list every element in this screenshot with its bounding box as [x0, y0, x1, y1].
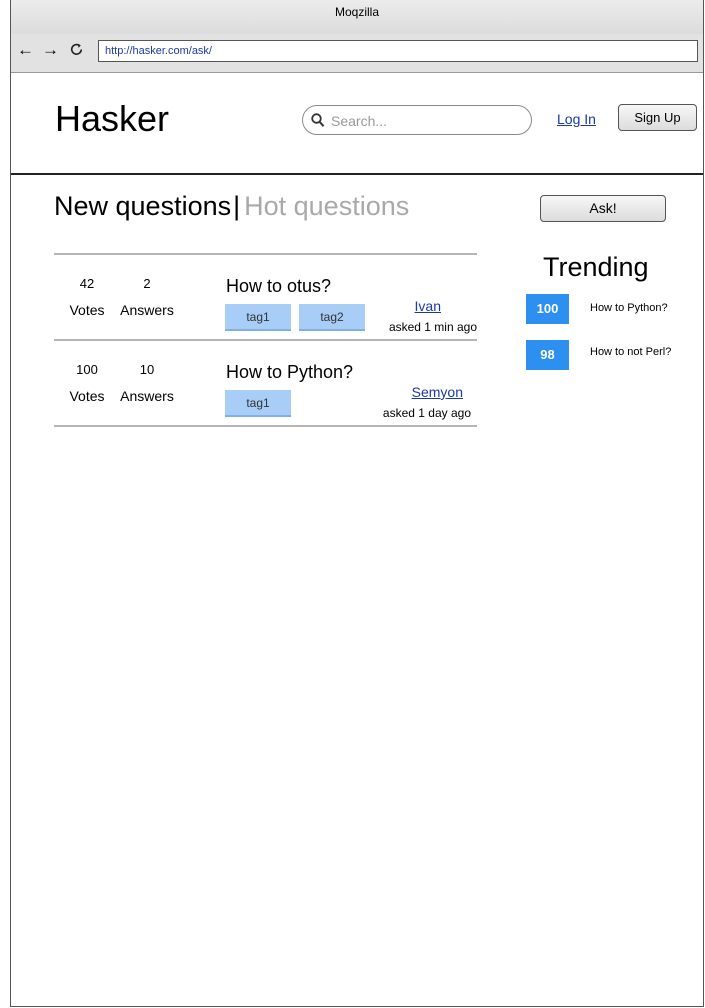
trending-score[interactable]: 98 — [526, 340, 569, 370]
trending-title: Trending — [543, 252, 649, 282]
question-row: 42 Votes 2 Answers How to otus? tag1 tag… — [54, 255, 477, 341]
search-input[interactable] — [329, 111, 528, 131]
window-title: Moqzilla — [334, 5, 379, 19]
back-arrow-icon[interactable]: ← — [17, 40, 34, 60]
tab-new-questions[interactable]: New questions — [54, 191, 231, 221]
asked-time: asked 1 min ago — [388, 320, 477, 334]
address-url: http://hasker.com/ask/ — [105, 45, 212, 57]
reload-icon[interactable] — [69, 42, 84, 62]
question-title[interactable]: How to Python? — [226, 362, 353, 383]
answers-count: 10 — [139, 362, 155, 377]
tab-hot-questions[interactable]: Hot questions — [244, 191, 409, 221]
answers-count: 2 — [143, 276, 151, 291]
answers-stat: 2 Answers — [117, 276, 177, 318]
question-author[interactable]: Semyon — [353, 384, 463, 400]
tag[interactable]: tag1 — [225, 304, 291, 331]
title-bar: Moqzilla — [11, 0, 703, 35]
browser-window: Moqzilla ← → http://hasker.com/ask/ Hask… — [10, 0, 704, 1007]
login-link[interactable]: Log In — [557, 111, 596, 127]
site-logo[interactable]: Hasker — [55, 98, 169, 140]
search-box[interactable] — [302, 105, 532, 135]
tag[interactable]: tag1 — [225, 390, 291, 417]
trending-question[interactable]: How to not Perl? — [590, 346, 671, 358]
answers-stat: 10 Answers — [117, 362, 177, 404]
votes-label: Votes — [69, 388, 105, 404]
trending-question[interactable]: How to Python? — [590, 302, 668, 314]
votes-count: 100 — [76, 362, 98, 377]
votes-count: 42 — [79, 276, 95, 291]
trending-score[interactable]: 100 — [526, 294, 569, 324]
tab-separator: | — [233, 191, 241, 221]
ask-button[interactable]: Ask! — [540, 195, 666, 222]
answers-label: Answers — [120, 388, 174, 404]
site-header: Hasker Log In Sign Up — [11, 72, 703, 175]
signup-button[interactable]: Sign Up — [618, 104, 697, 131]
question-author[interactable]: Ivan — [331, 298, 441, 314]
question-row: 100 Votes 10 Answers How to Python? tag1… — [54, 341, 477, 427]
votes-stat: 42 Votes — [57, 276, 117, 318]
asked-time: asked 1 day ago — [382, 406, 471, 420]
question-title[interactable]: How to otus? — [226, 276, 331, 297]
browser-toolbar: ← → http://hasker.com/ask/ — [11, 34, 703, 73]
question-tabs: New questions| Hot questions — [54, 191, 409, 222]
answers-label: Answers — [120, 302, 174, 318]
search-icon — [311, 113, 325, 127]
forward-arrow-icon[interactable]: → — [42, 40, 59, 60]
address-bar[interactable]: http://hasker.com/ask/ — [98, 40, 698, 62]
votes-stat: 100 Votes — [57, 362, 117, 404]
votes-label: Votes — [69, 302, 105, 318]
